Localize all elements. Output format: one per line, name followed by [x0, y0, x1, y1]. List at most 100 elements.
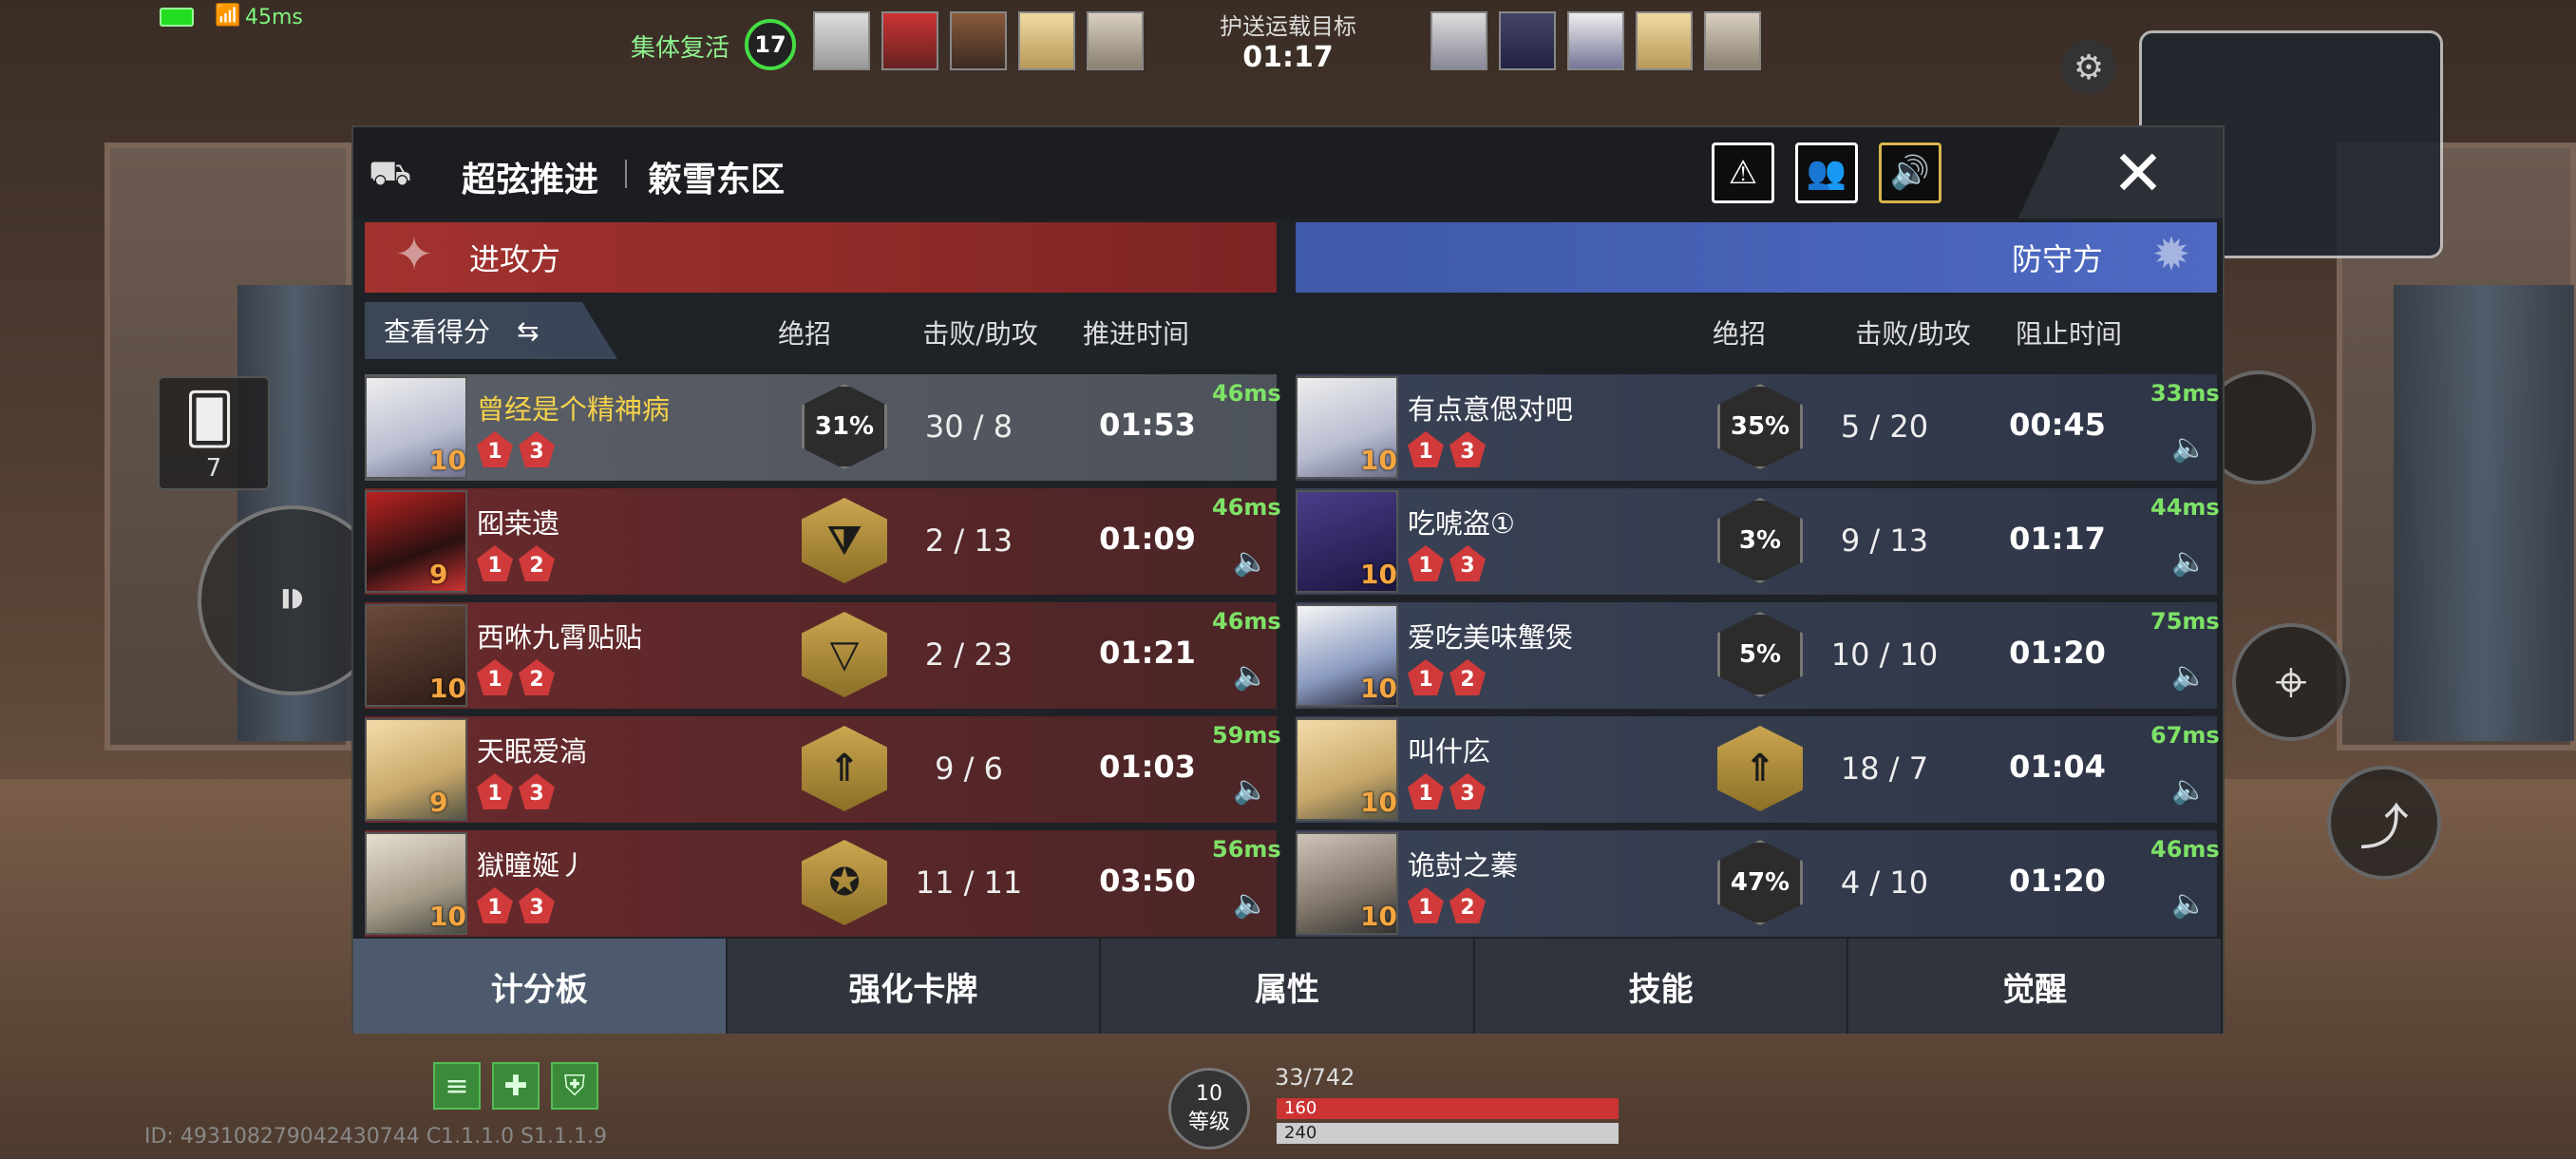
- mute-speaker-icon[interactable]: 🔈: [2171, 887, 2207, 921]
- rank-badge: 1: [477, 773, 513, 809]
- divider: [625, 160, 627, 188]
- enemy-portrait: [1567, 11, 1624, 70]
- team-portrait: [1087, 11, 1144, 70]
- player-level: 10: [429, 901, 466, 932]
- shield-pack-icon[interactable]: ⛨: [551, 1062, 598, 1110]
- player-row[interactable]: 10 诡尌之蓁 1 2 47% 4 / 10 01:20 46ms 🔈: [1296, 830, 2220, 937]
- objective-time: 01:09: [1099, 521, 1196, 557]
- mute-speaker-icon[interactable]: 🔈: [1233, 773, 1268, 807]
- tab-skills[interactable]: 技能: [1474, 939, 1849, 1034]
- player-ping: 46ms: [1212, 608, 1281, 635]
- mute-speaker-icon[interactable]: 🔈: [2171, 545, 2207, 579]
- ult-header: 绝招: [1712, 318, 1766, 350]
- objective-time: 01:21: [1099, 635, 1196, 671]
- player-avatar[interactable]: 9: [365, 490, 467, 593]
- mute-speaker-icon[interactable]: 🔈: [2171, 659, 2207, 693]
- player-row[interactable]: 10 吃唬盗① 1 3 3% 9 / 13 01:17 44ms 🔈: [1296, 488, 2220, 595]
- objective-time: 01:53: [1099, 407, 1196, 443]
- player-row[interactable]: 10 西咻九霄贴贴 1 2 ▽ 2 / 23 01:21 46ms 🔈: [365, 602, 1281, 709]
- player-name: 獄瞳娫丿: [477, 849, 588, 882]
- cards-icon: 🂠: [184, 391, 236, 448]
- jump-button[interactable]: ⤴: [2327, 766, 2441, 880]
- cards-button[interactable]: 🂠 7: [158, 376, 270, 490]
- session-id: ID: 4931082790424307­44 C1.1.1.0 S1.1.1.…: [144, 1125, 608, 1149]
- view-score-label: 查看得分: [384, 316, 491, 348]
- rank-badge: 3: [1449, 773, 1486, 809]
- rank-badge: 1: [1408, 545, 1444, 581]
- map-name: 簌雪东区: [648, 161, 786, 200]
- avatar-image: [367, 492, 465, 591]
- kill-assist: 18 / 7: [1840, 750, 1929, 787]
- player-row[interactable]: 9 天眠爱滈 1 3 ⇑ 9 / 6 01:03 59ms 🔈: [365, 716, 1281, 823]
- player-name: 西咻九霄贴贴: [477, 621, 643, 654]
- mute-speaker-icon[interactable]: 🔈: [1233, 887, 1268, 921]
- tab-attributes[interactable]: 属性: [1101, 939, 1475, 1034]
- kill-assist: 2 / 13: [924, 522, 1013, 559]
- objective-title: 护送运载目标: [1220, 13, 1356, 40]
- player-level: 10: [429, 445, 466, 476]
- player-level: 10: [1360, 787, 1397, 818]
- panel-header: ⛟ 超弦推进 簌雪东区 ⚠ 👥 🔊 ✕: [353, 127, 2223, 218]
- player-name: 诡尌之蓁: [1408, 849, 1519, 882]
- level-value: 10: [1196, 1082, 1222, 1106]
- attack-emblem-icon: ✦: [394, 228, 434, 281]
- ammo-count: 33/742: [1275, 1064, 1355, 1091]
- push-time-header: 推进时间: [1082, 318, 1189, 350]
- mute-speaker-icon[interactable]: 🔈: [2171, 431, 2207, 465]
- medkit-icon[interactable]: ✚: [492, 1062, 540, 1110]
- defend-team-bar: 防守方 ✹: [1296, 222, 2217, 293]
- player-avatar[interactable]: 10: [365, 604, 467, 707]
- player-row[interactable]: 10 獄瞳娫丿 1 3 ✪ 11 / 11 03:50 56ms 🔈: [365, 830, 1281, 937]
- tab-scoreboard[interactable]: 计分板: [353, 939, 728, 1034]
- mute-speaker-icon[interactable]: 🔈: [1233, 545, 1268, 579]
- player-avatar[interactable]: 9: [365, 718, 467, 821]
- voice-speaker-icon[interactable]: 🔊: [1879, 142, 1941, 203]
- aim-crosshair-icon[interactable]: ⌖: [2232, 623, 2350, 741]
- player-ping: 67ms: [2150, 722, 2220, 749]
- mute-speaker-icon[interactable]: 🔈: [2171, 773, 2207, 807]
- player-avatar[interactable]: 10: [1296, 832, 1398, 935]
- ult-charge: 47%: [1717, 840, 1803, 925]
- player-avatar[interactable]: 10: [1296, 376, 1398, 479]
- tab-awaken[interactable]: 觉醒: [1848, 939, 2223, 1034]
- rank-badge: 3: [519, 773, 555, 809]
- player-ping: 33ms: [2150, 380, 2220, 407]
- player-avatar[interactable]: 10: [365, 832, 467, 935]
- player-avatar[interactable]: 10: [1296, 604, 1398, 707]
- player-row[interactable]: 10 有点意偲对吧 1 3 35% 5 / 20 00:45 33ms 🔈: [1296, 374, 2220, 481]
- player-row[interactable]: 10 曾经是个精神病 1 3 31% 30 / 8 01:53 46ms: [365, 374, 1281, 481]
- defend-emblem-icon: ✹: [2151, 228, 2191, 281]
- close-icon[interactable]: ✕: [2016, 127, 2223, 218]
- rank-badge: 3: [1449, 431, 1486, 467]
- ammo-pack-icon[interactable]: ≡: [433, 1062, 481, 1110]
- players-icon[interactable]: 👥: [1795, 142, 1858, 203]
- view-score-button[interactable]: 查看得分 ⇆: [365, 302, 617, 359]
- rank-badge: 1: [1408, 773, 1444, 809]
- report-warning-icon[interactable]: ⚠: [1712, 142, 1774, 203]
- player-ping: 75ms: [2150, 608, 2220, 635]
- kill-assist: 30 / 8: [924, 408, 1013, 445]
- player-row[interactable]: 9 囮桒遗 1 2 ⧩ 2 / 13 01:09 46ms 🔈: [365, 488, 1281, 595]
- bottom-tabs: 计分板 强化卡牌 属性 技能 觉醒: [353, 939, 2223, 1034]
- ult-ready-icon: ⧩: [802, 498, 887, 583]
- ult-charge: 31%: [802, 384, 887, 469]
- player-level: 10: [1360, 559, 1397, 590]
- player-avatar[interactable]: 10: [365, 376, 467, 479]
- player-avatar[interactable]: 10: [1296, 490, 1398, 593]
- player-row[interactable]: 10 叫什庅 1 3 ⇑ 18 / 7 01:04 67ms 🔈: [1296, 716, 2220, 823]
- player-avatar[interactable]: 10: [1296, 718, 1398, 821]
- settings-gear-icon[interactable]: ⚙: [2061, 40, 2116, 95]
- mute-speaker-icon[interactable]: 🔈: [1233, 659, 1268, 693]
- rank-badge: 1: [1408, 887, 1444, 923]
- kill-assist: 5 / 20: [1840, 408, 1929, 445]
- objective-time: 00:45: [2009, 407, 2106, 443]
- kda-header: 击败/助攻: [1855, 318, 1971, 350]
- tab-upgrade-cards[interactable]: 强化卡牌: [727, 939, 1102, 1034]
- kill-assist: 2 / 23: [924, 636, 1013, 673]
- player-row[interactable]: 10 爱吃美味蟹煲 1 2 5% 10 / 10 01:20 75ms 🔈: [1296, 602, 2220, 709]
- rank-badge: 1: [1408, 431, 1444, 467]
- enemy-portrait: [1430, 11, 1487, 70]
- shield-bar: 240: [1277, 1123, 1619, 1144]
- rank-badge: 3: [519, 887, 555, 923]
- rank-badge: 1: [477, 887, 513, 923]
